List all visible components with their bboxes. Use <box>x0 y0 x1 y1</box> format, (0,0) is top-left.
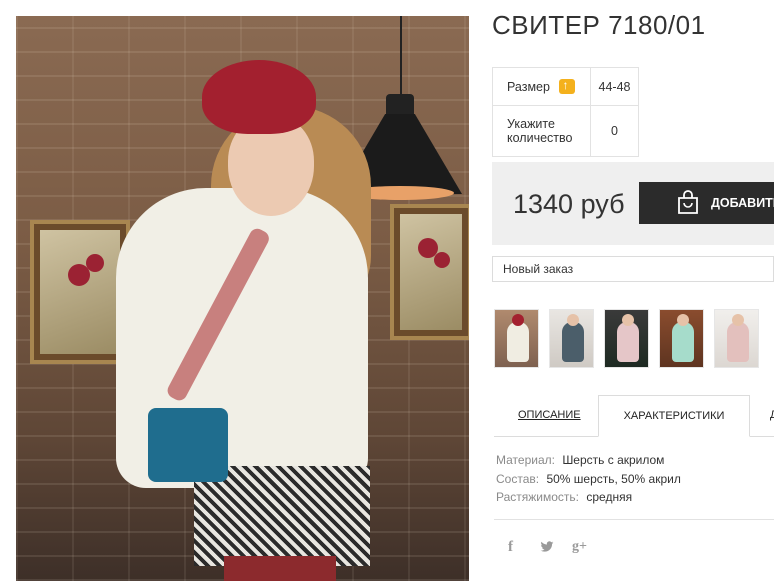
tab-characteristics[interactable]: ХАРАКТЕРИСТИКИ <box>598 395 750 437</box>
characteristic-key: Материал: <box>496 453 555 467</box>
product-options-table: Размер 44-48 Укажите количество 0 <box>492 67 639 157</box>
order-select[interactable]: Новый заказ <box>492 256 774 282</box>
price-box: 1340 руб ДОБАВИТЬ <box>492 162 774 245</box>
characteristic-value: Шерсть с акрилом <box>562 453 665 467</box>
thumbnail-4[interactable] <box>659 309 704 368</box>
google-plus-icon[interactable]: g+ <box>572 539 587 555</box>
main-product-photo[interactable] <box>16 16 469 581</box>
characteristic-row: Материал: Шерсть с акрилом <box>496 451 681 470</box>
add-to-cart-button[interactable]: ДОБАВИТЬ <box>639 182 774 224</box>
quantity-label: Укажите количество <box>492 105 591 157</box>
model-beret <box>202 60 316 134</box>
characteristic-value: средняя <box>586 490 633 504</box>
size-option-row: Размер 44-48 <box>492 67 639 106</box>
tab-delivery[interactable]: Д <box>770 409 774 421</box>
shopping-bag-icon <box>678 190 698 214</box>
product-title: СВИТЕР 7180/01 <box>492 10 706 40</box>
lamp-cord <box>400 16 402 96</box>
thumbnail-5[interactable] <box>714 309 759 368</box>
quantity-value[interactable]: 0 <box>590 105 639 157</box>
product-price: 1340 руб <box>513 189 625 219</box>
characteristic-key: Состав: <box>496 471 540 486</box>
characteristics-list: Материал: Шерсть с акрилом Состав: 50% ш… <box>496 451 681 507</box>
model-bag <box>148 408 228 482</box>
model-legs <box>224 556 336 581</box>
wall-painting-left <box>30 220 130 364</box>
size-chart-icon[interactable] <box>559 78 576 94</box>
twitter-bird-icon <box>540 541 554 552</box>
divider <box>494 519 774 520</box>
quantity-option-row: Укажите количество 0 <box>492 105 639 157</box>
characteristic-row: Растяжимость: средняя <box>496 488 681 507</box>
characteristic-row: Состав: 50% шерсть, 50% акрил <box>496 470 681 489</box>
facebook-icon[interactable]: f <box>508 539 513 556</box>
size-value[interactable]: 44-48 <box>590 67 639 106</box>
characteristic-value: 50% шерсть, 50% акрил <box>546 471 681 486</box>
thumbnail-1[interactable] <box>494 309 539 368</box>
twitter-icon[interactable] <box>540 541 554 556</box>
add-to-cart-label: ДОБАВИТЬ <box>711 196 774 210</box>
size-label: Размер <box>507 80 550 94</box>
thumbnail-2[interactable] <box>549 309 594 368</box>
tab-description[interactable]: ОПИСАНИЕ <box>518 409 581 421</box>
size-label-cell: Размер <box>492 67 591 106</box>
characteristic-key: Растяжимость: <box>496 490 580 504</box>
wall-painting-right <box>390 204 469 340</box>
product-tabs: ОПИСАНИЕ ХАРАКТЕРИСТИКИ Д <box>494 395 774 437</box>
thumbnail-3[interactable] <box>604 309 649 368</box>
